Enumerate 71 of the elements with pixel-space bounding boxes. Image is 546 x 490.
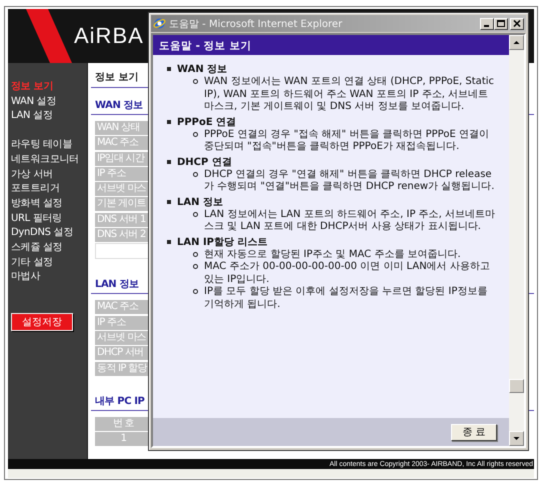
bullet-icon xyxy=(167,67,171,71)
minimize-button[interactable] xyxy=(480,18,494,30)
circle-bullet-icon xyxy=(193,264,198,269)
menu-item[interactable]: 네트워크모니터 xyxy=(11,152,87,168)
topic-title: WAN 정보 xyxy=(177,63,228,76)
table-cell: 서브넷 마스 xyxy=(95,182,150,196)
menu-item[interactable]: 포트트리거 xyxy=(11,182,87,197)
topic-title: DHCP 연결 xyxy=(177,156,232,168)
help-text: 현재 자동으로 할당된 IP주소 및 MAC 주소를 보여줍니다. xyxy=(204,248,461,261)
menu-item[interactable]: LAN 설정 xyxy=(11,109,87,124)
help-text: LAN 정보에서는 LAN 포트의 하드웨어 주소, IP 주소, 서브네트마스크 및 LAN 포트에 대한 DHCP서버 사용 상태가 표시됩니다. xyxy=(204,208,496,234)
logo: AiRBA xyxy=(74,23,144,49)
scroll-up-button[interactable] xyxy=(509,35,524,50)
circle-bullet-icon xyxy=(193,289,198,294)
menu-item[interactable]: DynDNS 설정 xyxy=(11,226,87,242)
section-heading: 내부 PC IP xyxy=(94,394,144,409)
table-cell: DNS 서버 2 xyxy=(95,228,150,242)
section-heading: WAN 정보 xyxy=(94,99,143,113)
window-title: 도움말 - Microsoft Internet Explorer xyxy=(169,18,344,30)
bullet-icon xyxy=(167,240,171,244)
table-cell: 기본 게이트 xyxy=(95,197,150,212)
topic-title: PPPoE 연결 xyxy=(177,116,236,128)
circle-bullet-icon xyxy=(193,172,198,176)
help-text: WAN 정보에서는 WAN 포트의 연결 상태 (DHCP, PPPoE, Static IP), WAN 포트의 하드웨어 주소 WAN 포트의 IP 주소, 서브네트 마스크, 기본 게이트웨이 및 DNS 서버 정보를 보여줍니다. xyxy=(204,76,496,114)
table-cell: IP 주소 xyxy=(95,166,150,181)
menu-item[interactable]: WAN 설정 xyxy=(11,94,87,110)
bullet-icon xyxy=(167,160,171,164)
table-cell: 동적 IP 할당 xyxy=(95,362,150,376)
bullet-icon xyxy=(167,200,171,204)
table-cell: IP 주소 xyxy=(95,316,150,330)
table-cell: DNS 서버 1 xyxy=(95,212,150,227)
table-cell: MAC 주소 xyxy=(95,300,150,314)
up-arrow-icon xyxy=(513,40,520,45)
table-cell: DHCP 서버 xyxy=(95,346,150,360)
help-header: 도움말 - 정보 보기 xyxy=(153,35,509,55)
menu-item[interactable]: 라우팅 테이블 xyxy=(11,138,87,153)
help-text: IP를 모두 할당 받은 이후에 설정저장을 누르면 할당된 IP정보를 기억하게 됩니다. xyxy=(204,286,488,311)
table-cell: 번 호 xyxy=(95,416,150,431)
menu-item[interactable]: 방화벽 설정 xyxy=(11,196,87,212)
menu-item[interactable]: 스케쥴 설정 xyxy=(11,241,87,256)
help-text: DHCP 연결의 경우 "연결 해제" 버튼을 클릭하면 DHCP release가 수행되며 "연결"버튼을 클릭하면 DHCP renew가 실행됩니다. xyxy=(204,168,496,194)
down-arrow-icon xyxy=(513,436,520,441)
maximize-icon xyxy=(497,20,505,27)
scroll-down-button[interactable] xyxy=(509,431,524,446)
topic-title: LAN IP할당 리스트 xyxy=(177,236,268,248)
table-cell: IP임대 시간 xyxy=(95,152,150,166)
table-cell: 서브넷 마스 xyxy=(95,330,150,345)
circle-bullet-icon xyxy=(193,212,198,216)
browser-icon xyxy=(153,17,166,30)
help-text: PPPoE 연결의 경우 "접속 해제" 버튼을 클릭하면 PPPoE 연결이 중단되며 "접속"버튼을 클릭하면 PPPoE가 재접속됩니다. xyxy=(204,128,490,154)
help-text: MAC 주소가 00-00-00-00-00-00 이면 이미 LAN에서 사용하고 있는 IP입니다. xyxy=(204,261,491,286)
close-button[interactable] xyxy=(510,18,524,30)
maximize-button[interactable] xyxy=(494,18,508,30)
circle-bullet-icon xyxy=(193,79,198,84)
save-button[interactable]: 설정저장 xyxy=(11,313,73,332)
circle-bullet-icon xyxy=(193,252,198,256)
close-icon xyxy=(513,20,521,27)
topic-title: LAN 정보 xyxy=(177,196,223,208)
scrollbar-thumb[interactable] xyxy=(509,379,524,393)
menu-item[interactable]: 기타 설정 xyxy=(11,256,87,270)
menu-item[interactable]: URL 필터링 xyxy=(11,212,87,226)
table-cell: 1 xyxy=(95,432,150,446)
circle-bullet-icon xyxy=(193,132,198,136)
table-cell: MAC 주소 xyxy=(95,136,150,150)
section-heading: LAN 정보 xyxy=(94,278,139,292)
table-cell: WAN 상태 xyxy=(95,121,150,135)
menu-item[interactable]: 마법사 xyxy=(11,270,87,286)
bullet-icon xyxy=(167,120,171,124)
close-button[interactable]: 종 료 xyxy=(451,424,497,440)
scrollbar[interactable] xyxy=(509,35,524,446)
menu-item[interactable]: 가상 서버 xyxy=(11,168,87,182)
